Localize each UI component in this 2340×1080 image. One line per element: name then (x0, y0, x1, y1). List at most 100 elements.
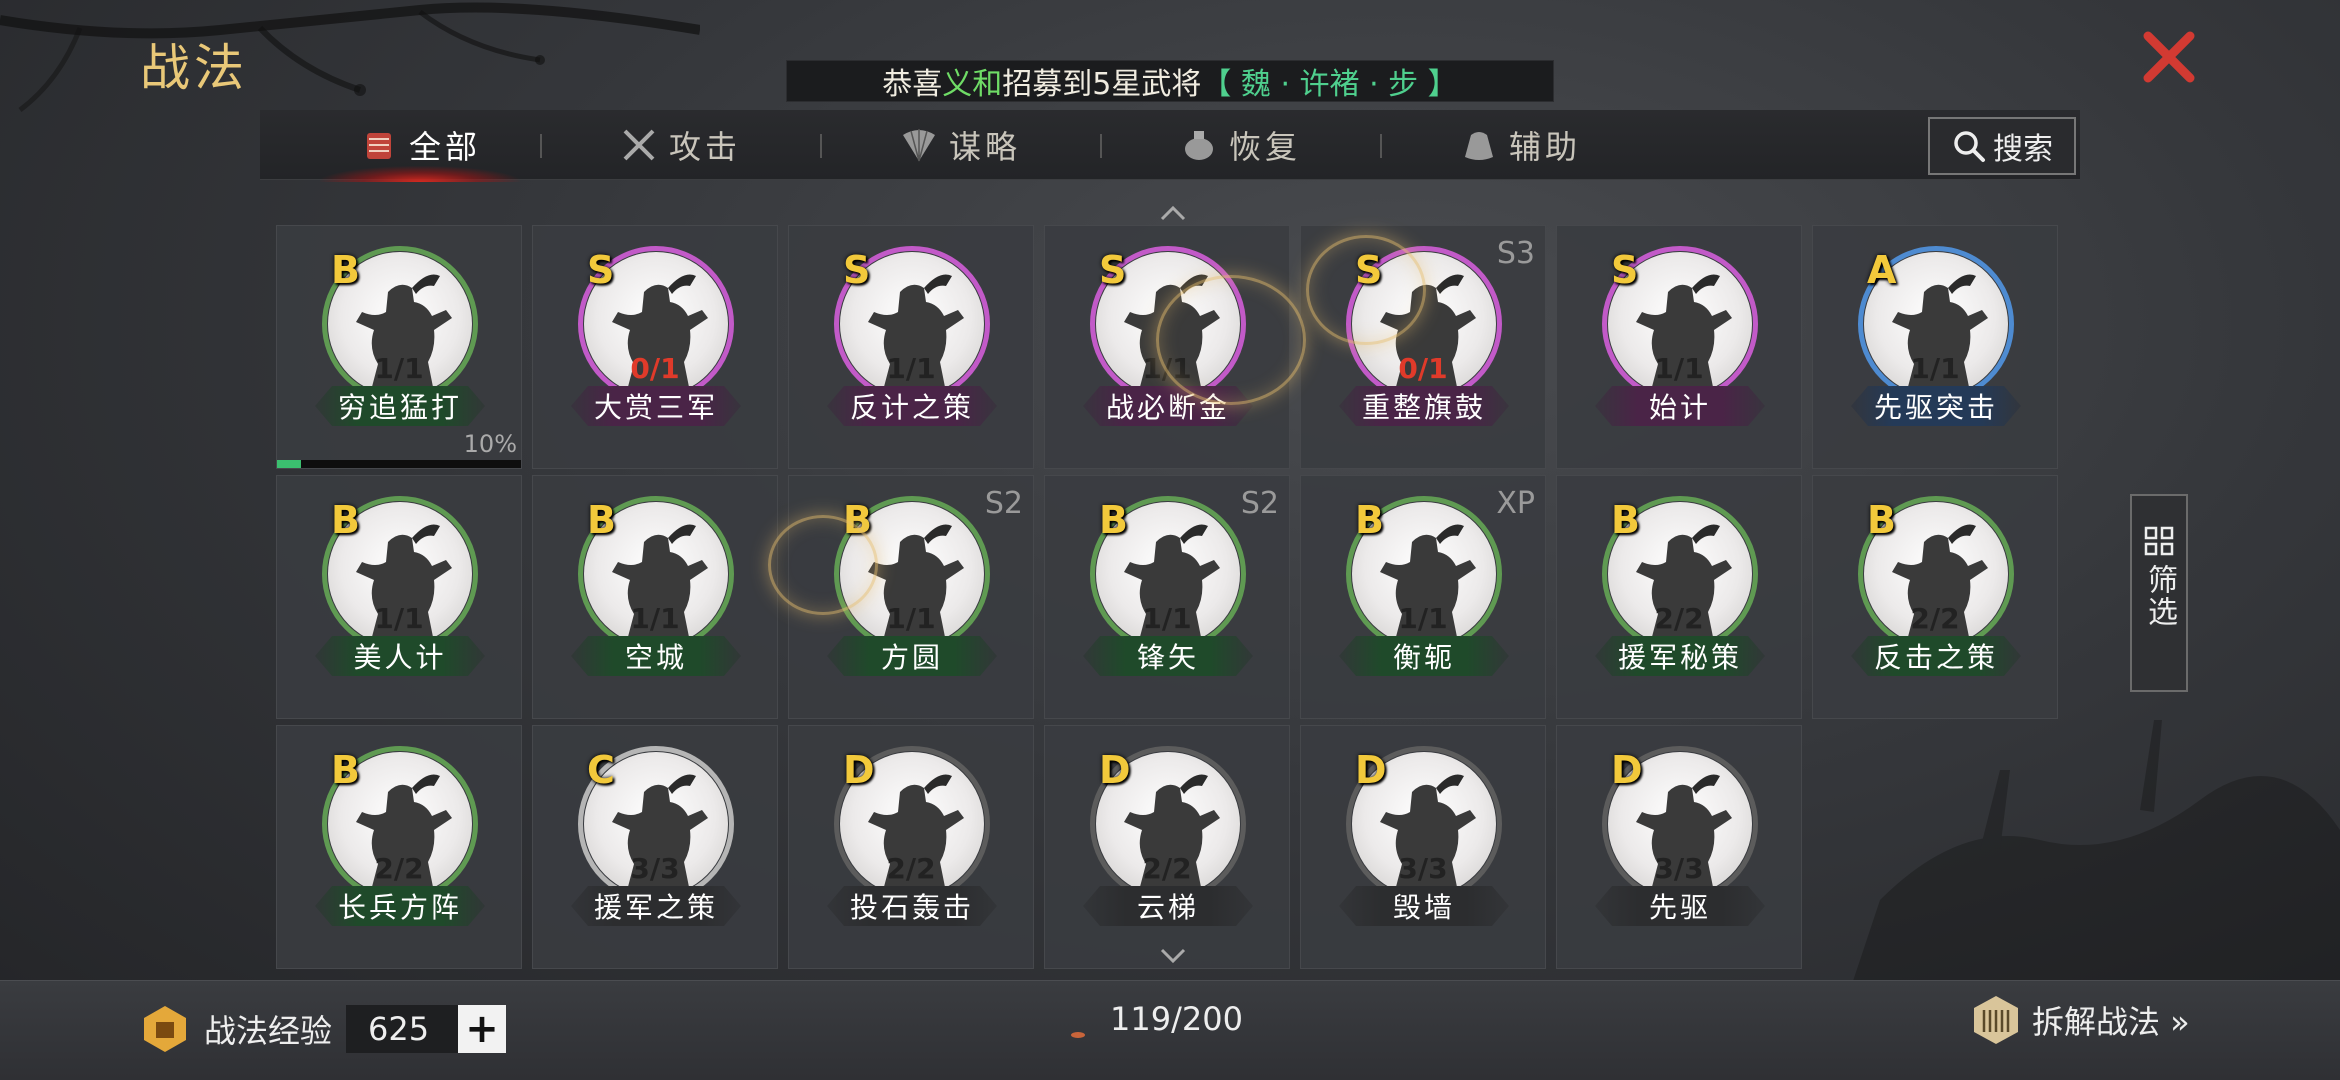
season-tag: S3 (1496, 236, 1535, 271)
skill-grade: B (331, 248, 360, 292)
skill-card[interactable]: S 1/1 战必断金 (1044, 225, 1290, 469)
tab-attack[interactable]: 攻击 (560, 110, 800, 180)
skill-card[interactable]: B 1/1 穷追猛打 10% (276, 225, 522, 469)
tab-support[interactable]: 辅助 (1400, 110, 1640, 180)
medicine-icon (1184, 131, 1213, 160)
tab-strategy-label: 谋略 (948, 128, 1021, 166)
skill-name: 投石轰击 (827, 886, 997, 926)
skill-name: 空城 (571, 636, 741, 676)
skill-name: 重整旗鼓 (1339, 386, 1509, 426)
tab-all[interactable]: 全部 (300, 110, 540, 182)
fist-badge-icon (144, 1006, 186, 1052)
skill-card[interactable]: B 2/2 长兵方阵 (276, 725, 522, 969)
grid-icon (2144, 526, 2174, 556)
skill-card[interactable]: D 2/2 云梯 (1044, 725, 1290, 969)
plus-icon: + (465, 1006, 499, 1052)
skill-grade: D (1099, 748, 1131, 792)
skill-grade: B (1611, 498, 1640, 542)
skill-count: 1/1 (1398, 602, 1448, 635)
skill-card[interactable]: B 1/1 空城 (532, 475, 778, 719)
page-title: 战法 (140, 39, 248, 97)
category-tab-bar: 全部 攻击 谋略 恢复 辅助 (260, 110, 2080, 182)
skill-grade: D (1611, 748, 1643, 792)
all-scroll-icon (366, 133, 391, 159)
close-icon (2143, 31, 2195, 83)
tab-divider (820, 134, 822, 158)
search-button[interactable]: 搜索 (1928, 117, 2076, 175)
tab-attack-label: 攻击 (668, 128, 741, 166)
close-button[interactable] (2140, 28, 2198, 86)
skill-card[interactable]: S 0/1 重整旗鼓 S3 (1300, 225, 1546, 469)
skill-grade: S (1355, 248, 1383, 292)
skill-exp-label: 战法经验 (204, 1012, 333, 1050)
skill-name: 战必断金 (1083, 386, 1253, 426)
skill-card[interactable]: D 3/3 毁墙 (1300, 725, 1546, 969)
skill-name: 始计 (1595, 386, 1765, 426)
marquee-hero-name: 【 魏 · 许褚 · 步 】 (1201, 67, 1458, 102)
tab-strategy[interactable]: 谋略 (840, 110, 1080, 180)
dismantle-icon (1974, 996, 2018, 1044)
skill-exp-group: 战法经验 625 + (140, 999, 507, 1059)
skill-grade: S (1611, 248, 1639, 292)
skill-card[interactable]: S 0/1 大赏三军 (532, 225, 778, 469)
skill-card[interactable]: S 1/1 反计之策 (788, 225, 1034, 469)
skill-grade: B (1867, 498, 1896, 542)
upgrade-progress-fill (277, 460, 302, 468)
skill-card[interactable]: C 3/3 援军之策 (532, 725, 778, 969)
skill-grade: C (587, 748, 615, 792)
filter-label: 筛选 (2142, 564, 2177, 628)
skill-grade: S (587, 248, 615, 292)
tab-all-label: 全部 (408, 128, 481, 166)
skill-count: 2/2 (1142, 852, 1192, 885)
skill-name: 援军之策 (571, 886, 741, 926)
skill-card[interactable]: B 2/2 援军秘策 (1556, 475, 1802, 719)
fan-icon (902, 129, 935, 162)
add-exp-button[interactable]: + (458, 1005, 507, 1053)
skill-card[interactable]: B 2/2 反击之策 (1812, 475, 2058, 719)
skill-count: 2/2 (374, 852, 424, 885)
skill-name: 云梯 (1083, 886, 1253, 926)
tab-support-label: 辅助 (1508, 128, 1581, 166)
skill-grade: B (587, 498, 616, 542)
skill-card[interactable]: D 2/2 投石轰击 (788, 725, 1034, 969)
skill-name: 美人计 (315, 636, 485, 676)
skill-card[interactable]: A 1/1 先驱突击 (1812, 225, 2058, 469)
skill-card[interactable]: B 1/1 衡轭 XP (1300, 475, 1546, 719)
skill-count: 1/1 (630, 602, 680, 635)
skill-card[interactable]: D 3/3 先驱 (1556, 725, 1802, 969)
filter-button[interactable]: 筛选 (2130, 494, 2188, 692)
skill-name: 援军秘策 (1595, 636, 1765, 676)
skill-card[interactable]: B 1/1 美人计 (276, 475, 522, 719)
skill-card[interactable]: B 1/1 方圆 S2 (788, 475, 1034, 719)
skill-count: 1/1 (1654, 352, 1704, 385)
skill-name: 反击之策 (1851, 636, 2021, 676)
skill-count: 3/3 (630, 852, 680, 885)
skill-grade: B (331, 498, 360, 542)
skill-card-grid: B 1/1 穷追猛打 10% S 0/1 大赏三军 S 1/1 反计之策 S 1/1 战必断金 S 0/1 重… (276, 225, 2058, 969)
tab-divider (1380, 134, 1382, 158)
skill-name: 先驱突击 (1851, 386, 2021, 426)
marquee-player-name: 义和 (942, 67, 1003, 102)
season-tag: S2 (1240, 486, 1279, 521)
skill-count: 2/2 (1654, 602, 1704, 635)
skill-name: 大赏三军 (571, 386, 741, 426)
pouch-icon (1464, 132, 1493, 160)
skill-exp-value: 625 (368, 1010, 430, 1048)
skill-count: 3/3 (1398, 852, 1448, 885)
skill-count: 1/1 (1910, 352, 1960, 385)
skill-name: 先驱 (1595, 886, 1765, 926)
skill-count: 2/2 (1910, 602, 1960, 635)
skill-count: 1/1 (374, 352, 424, 385)
season-tag: S2 (984, 486, 1023, 521)
skill-name: 穷追猛打 (315, 386, 485, 426)
skill-card[interactable]: S 1/1 始计 (1556, 225, 1802, 469)
skill-count: 3/3 (1654, 852, 1704, 885)
tab-recovery[interactable]: 恢复 (1120, 110, 1360, 180)
skill-card[interactable]: B 1/1 锋矢 S2 (1044, 475, 1290, 719)
dismantle-skill-button[interactable]: 拆解战法 » (1970, 995, 2190, 1045)
upgrade-progress-text: 10% (463, 430, 517, 458)
skill-count: 1/1 (886, 602, 936, 635)
search-label: 搜索 (1993, 132, 2053, 167)
skill-count: 1/1 (374, 602, 424, 635)
skill-name: 锋矢 (1083, 636, 1253, 676)
